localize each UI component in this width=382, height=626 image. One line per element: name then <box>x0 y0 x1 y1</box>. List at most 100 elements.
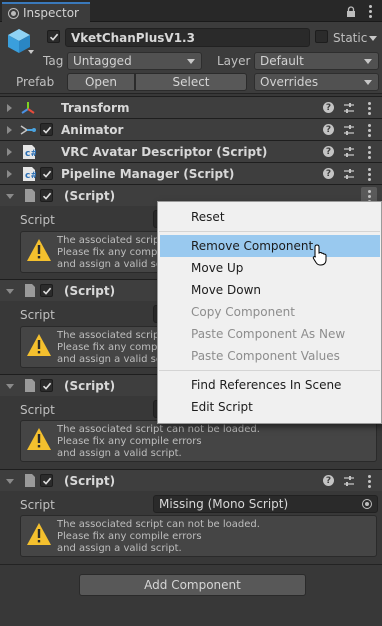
help-icon[interactable]: ? <box>323 475 334 486</box>
object-picker-icon[interactable] <box>362 499 372 509</box>
presets-icon[interactable] <box>343 146 355 161</box>
component-enabled-checkbox[interactable] <box>40 189 53 202</box>
script-label: Script <box>20 308 55 322</box>
tab-inspector[interactable]: Inspector <box>2 2 90 22</box>
component-header-transform[interactable]: Transform ? <box>0 96 382 118</box>
menu-item-paste-component-as-new[interactable]: Paste Component As New <box>158 323 381 345</box>
foldout-arrow-icon[interactable] <box>7 148 12 156</box>
help-icon[interactable]: ? <box>323 146 334 157</box>
component-header-pipeline-manager[interactable]: c# Pipeline Manager (Script) ? <box>0 162 382 184</box>
foldout-arrow-icon[interactable] <box>6 194 14 199</box>
help-icon[interactable]: ? <box>323 102 334 113</box>
info-icon <box>8 7 19 19</box>
help-icon[interactable]: ? <box>323 168 334 179</box>
layer-label: Layer <box>217 54 251 68</box>
component-enabled-checkbox[interactable] <box>40 474 53 487</box>
menu-item-remove-component[interactable]: Remove Component <box>160 235 380 257</box>
warning-line-1: The associated script can not be loaded. <box>57 424 260 435</box>
gameobject-active-checkbox[interactable] <box>47 30 60 43</box>
component-menu-icon[interactable] <box>367 146 371 159</box>
divider <box>0 564 382 565</box>
presets-icon[interactable] <box>343 168 355 183</box>
chevron-down-icon <box>364 80 372 85</box>
foldout-arrow-icon[interactable] <box>7 170 12 178</box>
menu-item-move-up[interactable]: Move Up <box>158 257 381 279</box>
script-object-field[interactable]: Missing (Mono Script) <box>153 495 378 513</box>
warning-line-3: and assign a valid scr <box>57 259 166 270</box>
warning-line-2: Please fix any compil <box>57 342 163 353</box>
menu-item-reset[interactable]: Reset <box>158 206 381 228</box>
warning-helpbox: The associated script Please fix any com… <box>20 231 165 273</box>
warning-line-1: The associated script <box>57 235 164 246</box>
script-icon: c# <box>22 166 38 182</box>
static-label: Static <box>333 31 368 45</box>
presets-icon[interactable] <box>343 102 355 117</box>
static-checkbox[interactable] <box>315 30 328 43</box>
presets-icon[interactable] <box>343 124 355 139</box>
menu-item-copy-component[interactable]: Copy Component <box>158 301 381 323</box>
layer-value: Default <box>260 54 304 68</box>
script-label: Script <box>20 403 55 417</box>
chevron-down-icon <box>187 59 195 64</box>
component-header-animator[interactable]: Animator ? <box>0 118 382 140</box>
prefab-overrides-dropdown[interactable]: Overrides <box>254 73 379 91</box>
component-menu-icon[interactable] <box>367 168 371 181</box>
warning-helpbox: The associated script can not be loaded.… <box>20 420 377 462</box>
component-title: (Script) <box>64 379 116 393</box>
component-enabled-checkbox[interactable] <box>40 284 53 297</box>
layer-dropdown[interactable]: Default <box>254 52 379 70</box>
foldout-arrow-icon[interactable] <box>6 479 14 484</box>
component-menu-icon[interactable] <box>367 475 371 488</box>
prefab-label: Prefab <box>16 75 55 89</box>
warning-icon <box>26 238 52 265</box>
script-label: Script <box>20 213 55 227</box>
menu-item-find-references[interactable]: Find References In Scene <box>158 374 381 396</box>
menu-item-move-down[interactable]: Move Down <box>158 279 381 301</box>
inspector-tabbar: Inspector <box>0 0 382 22</box>
svg-text:c#: c# <box>25 171 36 181</box>
component-header-missing-script[interactable]: (Script) ? <box>0 469 382 491</box>
component-menu-icon[interactable] <box>367 102 371 115</box>
menu-item-paste-component-values[interactable]: Paste Component Values <box>158 345 381 367</box>
presets-icon[interactable] <box>343 475 355 490</box>
icon-dropdown-icon[interactable] <box>28 50 34 54</box>
warning-icon <box>26 522 52 549</box>
component-enabled-checkbox[interactable] <box>40 167 53 180</box>
component-title: (Script) <box>64 474 116 488</box>
foldout-arrow-icon[interactable] <box>7 104 12 112</box>
warning-line-3: and assign a valid script. <box>57 448 182 459</box>
foldout-arrow-icon[interactable] <box>6 384 14 389</box>
script-label: Script <box>20 498 55 512</box>
warning-line-3: and assign a valid scr <box>57 354 166 365</box>
foldout-arrow-icon[interactable] <box>6 289 14 294</box>
component-enabled-checkbox[interactable] <box>40 123 53 136</box>
script-icon: c# <box>22 144 38 160</box>
prefab-select-button[interactable]: Select <box>135 73 247 91</box>
tag-dropdown[interactable]: Untagged <box>67 52 202 70</box>
add-component-button[interactable]: Add Component <box>79 574 306 596</box>
chevron-down-icon <box>364 59 372 64</box>
script-field-value: Missing (Mono Script) <box>159 497 289 511</box>
component-header-vrc-avatar-descriptor[interactable]: c# VRC Avatar Descriptor (Script) ? <box>0 140 382 162</box>
file-icon <box>24 378 36 396</box>
lock-icon[interactable] <box>343 2 359 20</box>
prefab-open-button[interactable]: Open <box>67 73 135 91</box>
component-menu-icon[interactable] <box>367 124 371 137</box>
animator-icon <box>20 122 36 138</box>
menu-item-edit-script[interactable]: Edit Script <box>158 396 381 418</box>
svg-text:c#: c# <box>25 149 36 159</box>
component-enabled-checkbox[interactable] <box>40 379 53 392</box>
warning-line-1: The associated script can not be loaded. <box>57 519 260 530</box>
tag-value: Untagged <box>73 54 132 68</box>
static-dropdown-icon[interactable] <box>369 36 377 41</box>
gameobject-name-field[interactable]: VketChanPlusV1.3 <box>65 28 310 47</box>
component-title: Transform <box>61 101 130 115</box>
mouse-cursor-icon <box>312 244 328 269</box>
foldout-arrow-icon[interactable] <box>7 126 12 134</box>
component-context-menu: Reset Remove Component Move Up Move Down… <box>157 201 382 424</box>
tab-menu-icon[interactable] <box>362 2 378 20</box>
warning-line-2: Please fix any compile errors <box>57 436 202 447</box>
warning-helpbox: The associated script Please fix any com… <box>20 326 165 368</box>
warning-line-1: The associated script <box>57 330 164 341</box>
help-icon[interactable]: ? <box>323 124 334 135</box>
